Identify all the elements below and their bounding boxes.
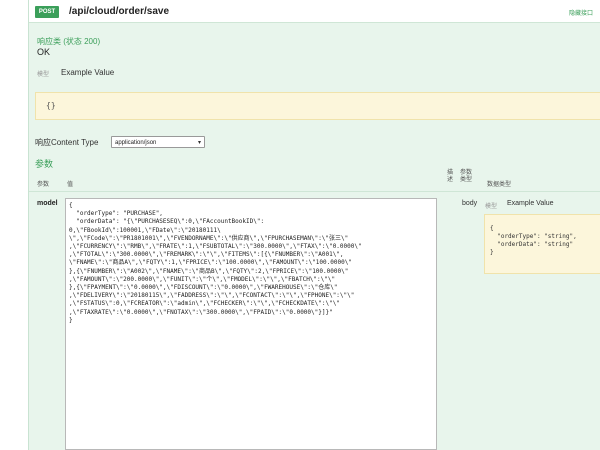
param-type-body: body	[462, 200, 478, 207]
param-name-model: model	[37, 200, 58, 207]
col-header-param-type: 参数类型	[460, 170, 473, 183]
col-header-data-type: 数据类型	[487, 182, 512, 188]
params-divider	[29, 191, 600, 192]
endpoint-path[interactable]: /api/cloud/order/save	[69, 5, 169, 19]
param-model-tab[interactable]: 模型	[485, 201, 497, 210]
param-example-tab[interactable]: Example Value	[507, 200, 554, 207]
chevron-down-icon: ▾	[197, 140, 201, 146]
http-method-badge: POST	[35, 6, 59, 18]
response-model-tab[interactable]: 模型	[37, 69, 49, 78]
hide-operation-link[interactable]: 隐藏接口	[569, 8, 593, 17]
response-example-value: {}	[46, 101, 56, 110]
col-header-description: 描述	[447, 170, 454, 183]
response-class-text: OK	[37, 47, 51, 57]
param-example-value: { "orderType": "string", "orderData": "s…	[490, 225, 577, 256]
content-type-select[interactable]: application/json ▾	[111, 136, 205, 148]
operation-header[interactable]: POST /api/cloud/order/save 隐藏接口	[29, 0, 600, 23]
param-example-box[interactable]: { "orderType": "string", "orderData": "s…	[484, 214, 600, 274]
operation-panel: POST /api/cloud/order/save 隐藏接口 响应类 (状态 …	[28, 0, 600, 450]
response-class-status: 响应类 (状态 200)	[37, 37, 101, 46]
param-body-code: { "orderType": "PURCHASE", "orderData": …	[69, 202, 362, 324]
parameters-title: 参数	[35, 159, 54, 169]
param-body-textarea[interactable]: { "orderType": "PURCHASE", "orderData": …	[65, 198, 437, 450]
content-type-label: 响应Content Type	[35, 138, 99, 147]
response-example-tab[interactable]: Example Value	[61, 68, 114, 77]
col-header-param: 参数	[37, 182, 50, 188]
response-example-box: {}	[35, 92, 600, 120]
content-type-selected: application/json	[115, 140, 157, 146]
col-header-value: 值	[67, 182, 74, 188]
